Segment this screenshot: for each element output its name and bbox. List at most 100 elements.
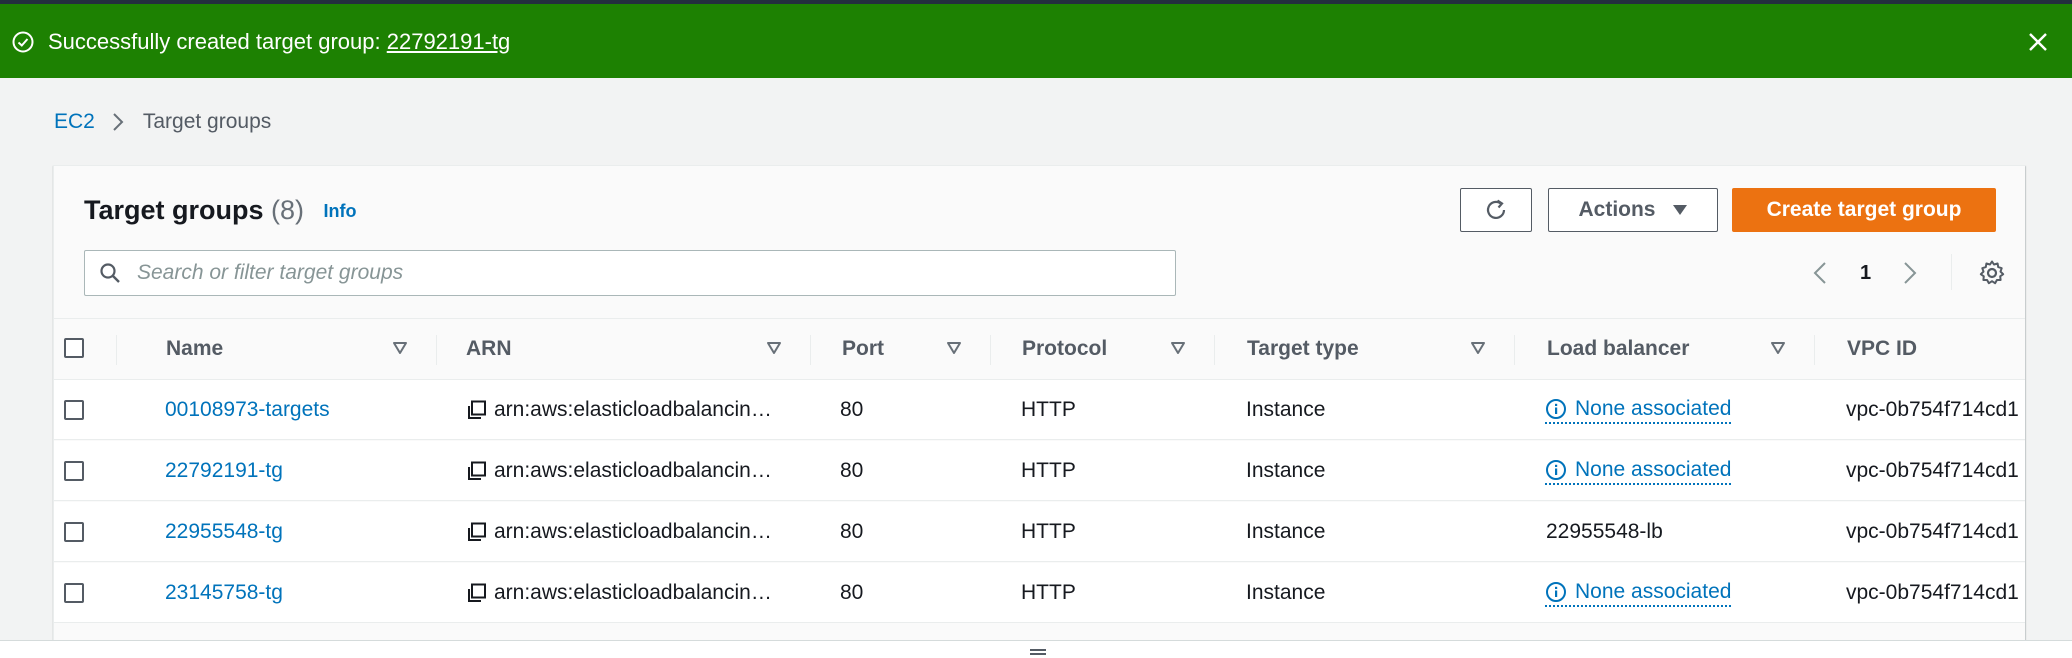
- chevron-right-icon[interactable]: [1902, 260, 1918, 286]
- panel-title-text: Target groups: [84, 195, 264, 225]
- success-flash-bar: Successfully created target group: 22792…: [0, 4, 2072, 78]
- check-circle-icon: [12, 31, 34, 53]
- none-associated-link[interactable]: None associated: [1545, 396, 1732, 424]
- name-cell: 23145758-tg: [165, 563, 425, 623]
- column-divider: [1214, 335, 1215, 365]
- column-divider: [436, 335, 437, 365]
- page-number[interactable]: 1: [1860, 260, 1871, 286]
- drag-handle-icon[interactable]: [1028, 648, 1048, 658]
- none-associated-link[interactable]: None associated: [1545, 579, 1732, 607]
- column-divider: [116, 335, 117, 365]
- table-row: 00108973-targets arn:aws:elasticloadbala…: [54, 380, 2025, 440]
- info-link[interactable]: Info: [324, 201, 357, 221]
- arn-text: arn:aws:elasticloadbalancin…: [494, 459, 772, 482]
- port-cell: 80: [840, 520, 864, 543]
- chevron-right-icon: [113, 113, 124, 131]
- info-icon: [1546, 398, 1566, 419]
- port-cell: 80: [840, 459, 864, 482]
- port-cell: 80: [840, 581, 864, 604]
- flash-message-text: Successfully created target group:: [48, 29, 387, 54]
- arn-cell: arn:aws:elasticloadbalancin…: [466, 563, 796, 623]
- column-header-port[interactable]: Port: [842, 319, 884, 379]
- target-group-name-link[interactable]: 22955548-tg: [165, 520, 283, 544]
- breadcrumb-ec2-link[interactable]: EC2: [54, 109, 95, 135]
- sort-icon[interactable]: [392, 341, 408, 355]
- actions-dropdown-button[interactable]: Actions: [1548, 188, 1718, 232]
- none-associated-link[interactable]: None associated: [1545, 457, 1732, 485]
- breadcrumb-current: Target groups: [142, 110, 272, 133]
- search-input[interactable]: [135, 251, 1165, 295]
- arn-cell: arn:aws:elasticloadbalancin…: [466, 380, 796, 440]
- column-header-name[interactable]: Name: [166, 319, 223, 379]
- name-cell: 00108973-targets: [165, 380, 425, 440]
- arn-text: arn:aws:elasticloadbalancin…: [494, 398, 772, 421]
- arn-cell: arn:aws:elasticloadbalancin…: [466, 441, 796, 501]
- load-balancer-text: None associated: [1575, 457, 1732, 481]
- target-type-cell: Instance: [1246, 581, 1326, 604]
- name-cell: 22955548-tg: [165, 502, 425, 562]
- caret-down-icon: [1672, 205, 1687, 215]
- load-balancer-text: None associated: [1575, 579, 1732, 603]
- flash-target-group-link[interactable]: 22792191-tg: [387, 29, 511, 54]
- protocol-cell: HTTP: [1021, 459, 1076, 482]
- pager-divider: [1951, 254, 1952, 290]
- protocol-cell: HTTP: [1021, 398, 1076, 421]
- info-icon: [1546, 581, 1566, 602]
- column-header-load-balancer[interactable]: Load balancer: [1547, 319, 1689, 379]
- sort-icon[interactable]: [946, 341, 962, 355]
- sort-icon[interactable]: [1170, 341, 1186, 355]
- row-checkbox[interactable]: [64, 461, 84, 481]
- chevron-left-icon[interactable]: [1812, 260, 1828, 286]
- vpc-id-cell: vpc-0b754f714cd1: [1846, 398, 2019, 421]
- panel-title: Target groups (8) Info: [84, 192, 357, 231]
- table-row: 23145758-tg arn:aws:elasticloadbalancin……: [54, 563, 2025, 623]
- sort-icon[interactable]: [1770, 341, 1786, 355]
- target-group-count: (8): [271, 195, 305, 225]
- breadcrumb: EC2 Target groups: [54, 109, 271, 135]
- copy-icon[interactable]: [466, 460, 488, 482]
- vpc-id-cell: vpc-0b754f714cd1: [1846, 581, 2019, 604]
- target-group-name-link[interactable]: 23145758-tg: [165, 581, 283, 605]
- column-header-arn[interactable]: ARN: [466, 319, 512, 379]
- close-icon[interactable]: [2026, 30, 2050, 54]
- load-balancer-text: None associated: [1575, 396, 1732, 420]
- gear-icon[interactable]: [1978, 259, 2006, 287]
- target-type-cell: Instance: [1246, 459, 1326, 482]
- copy-icon[interactable]: [466, 521, 488, 543]
- column-divider: [990, 335, 991, 365]
- vpc-id-cell: vpc-0b754f714cd1: [1846, 520, 2019, 543]
- flash-message: Successfully created target group: 22792…: [48, 28, 510, 56]
- create-target-group-button[interactable]: Create target group: [1732, 188, 1996, 232]
- arn-text: arn:aws:elasticloadbalancin…: [494, 581, 772, 604]
- load-balancer-cell: 22955548-lb: [1546, 520, 1663, 543]
- target-group-name-link[interactable]: 22792191-tg: [165, 459, 283, 483]
- table-row: 22955548-tg arn:aws:elasticloadbalancin……: [54, 502, 2025, 562]
- vpc-id-cell: vpc-0b754f714cd1: [1846, 459, 2019, 482]
- sort-icon[interactable]: [766, 341, 782, 355]
- protocol-cell: HTTP: [1021, 520, 1076, 543]
- select-all-checkbox[interactable]: [64, 338, 84, 358]
- copy-icon[interactable]: [466, 399, 488, 421]
- column-divider: [810, 335, 811, 365]
- target-type-cell: Instance: [1246, 520, 1326, 543]
- sort-icon[interactable]: [1470, 341, 1486, 355]
- protocol-cell: HTTP: [1021, 581, 1076, 604]
- load-balancer-cell: None associated: [1545, 380, 1732, 440]
- copy-icon[interactable]: [466, 582, 488, 604]
- row-checkbox[interactable]: [64, 400, 84, 420]
- column-header-target-type[interactable]: Target type: [1247, 319, 1359, 379]
- target-type-cell: Instance: [1246, 398, 1326, 421]
- column-header-vpc-id[interactable]: VPC ID: [1847, 319, 1917, 379]
- refresh-button[interactable]: [1460, 188, 1532, 232]
- row-checkbox[interactable]: [64, 522, 84, 542]
- search-icon: [100, 263, 120, 283]
- row-checkbox[interactable]: [64, 583, 84, 603]
- load-balancer-cell: None associated: [1545, 441, 1732, 501]
- actions-label: Actions: [1578, 198, 1656, 221]
- column-header-protocol[interactable]: Protocol: [1022, 319, 1107, 379]
- refresh-icon: [1486, 199, 1506, 219]
- arn-cell: arn:aws:elasticloadbalancin…: [466, 502, 796, 562]
- column-divider: [1814, 335, 1815, 365]
- target-group-name-link[interactable]: 00108973-targets: [165, 398, 330, 422]
- name-cell: 22792191-tg: [165, 441, 425, 501]
